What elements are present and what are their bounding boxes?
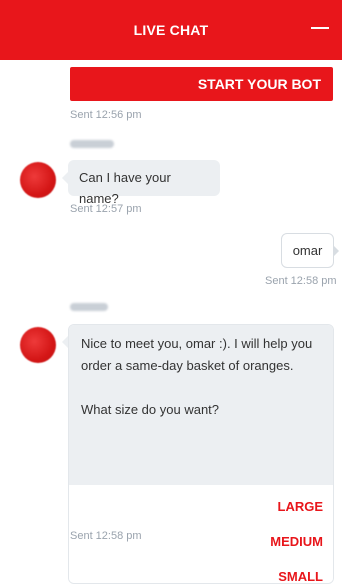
option-large[interactable]: LARGE [69,489,333,524]
bot-message-text: Can I have your name? [79,170,171,206]
timestamp: Sent 12:56 pm [70,109,142,121]
chat-header: LIVE CHAT [0,0,342,60]
user-message-bubble: omar [281,233,339,268]
bot-message-bubble: Can I have your name? [62,160,220,206]
minimize-icon[interactable] [310,18,330,38]
timestamp: Sent 12:58 pm [265,275,337,287]
option-small[interactable]: SMALL [69,559,333,583]
agent-avatar [20,162,56,198]
bot-question-text: What size do you want? [81,402,220,417]
agent-name-blurred [70,140,114,148]
agent-name-blurred [70,303,108,311]
timestamp: Sent 12:57 pm [70,203,142,215]
chat-title: LIVE CHAT [133,22,209,38]
chat-thread[interactable]: START YOUR BOT Sent 12:56 pm Can I have … [0,60,342,584]
bot-choice-card: Nice to meet you, omar :). I will help y… [68,324,334,584]
start-your-bot-button[interactable]: START YOUR BOT [70,67,333,101]
bot-message-bubble: Nice to meet you, omar :). I will help y… [69,325,333,485]
bot-message-line: Nice to meet you, omar :). I will help y… [81,336,313,351]
bot-message-line: order a same-day basket of oranges. [81,358,294,373]
timestamp: Sent 12:58 pm [70,530,142,542]
user-message-text: omar [292,243,323,258]
agent-avatar [20,327,56,363]
